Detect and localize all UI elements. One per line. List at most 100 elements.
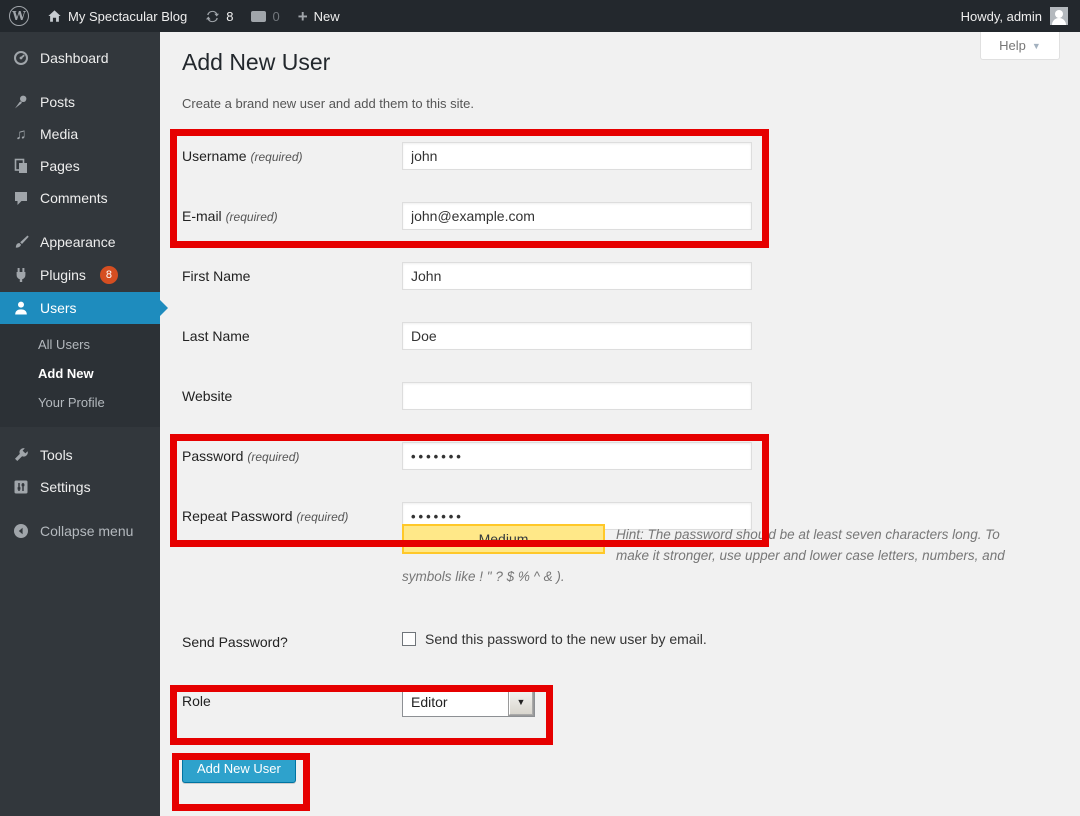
empty-label (182, 524, 402, 587)
website-input[interactable] (402, 382, 752, 410)
current-menu-arrow-icon (160, 300, 168, 316)
send-password-row: Send Password? Send this password to the… (182, 628, 1060, 650)
collapse-menu-button[interactable]: Collapse menu (0, 515, 160, 547)
first-name-label: First Name (182, 262, 402, 290)
page-description: Create a brand new user and add them to … (182, 96, 1060, 111)
help-button[interactable]: Help ▼ (980, 32, 1060, 60)
new-content-menu[interactable]: + New (289, 0, 349, 32)
update-count: 8 (226, 9, 233, 24)
password-row: Password (required) (182, 442, 1060, 470)
username-row: Username (required) (182, 142, 1060, 170)
chevron-down-icon: ▼ (517, 697, 526, 707)
role-select[interactable]: Editor ▼ (402, 687, 535, 717)
sidebar-item-appearance[interactable]: Appearance (0, 226, 160, 258)
sidebar-item-label: Pages (40, 158, 80, 174)
username-input[interactable] (402, 142, 752, 170)
add-user-form: Username (required) E-mail (required) Fi… (182, 142, 1060, 783)
updates-icon (205, 9, 220, 24)
last-name-label: Last Name (182, 322, 402, 350)
help-label: Help (999, 38, 1026, 53)
email-row: E-mail (required) (182, 202, 1060, 230)
email-label: E-mail (required) (182, 202, 402, 230)
select-dropdown-button[interactable]: ▼ (509, 689, 533, 715)
menu-separator (0, 503, 160, 515)
username-label: Username (required) (182, 142, 402, 170)
my-account-menu[interactable]: Howdy, admin (949, 7, 1080, 25)
menu-separator (0, 427, 160, 439)
password-strength-row: Medium Hint: The password should be at l… (182, 524, 1060, 587)
plugins-update-badge: 8 (100, 266, 118, 284)
sidebar-item-posts[interactable]: Posts (0, 86, 160, 118)
admin-sidebar: Dashboard Posts ♫ Media Pages Comments A… (0, 32, 160, 816)
sidebar-item-settings[interactable]: Settings (0, 471, 160, 503)
users-submenu: All Users Add New Your Profile (0, 324, 160, 427)
chevron-down-icon: ▼ (1032, 41, 1041, 51)
submenu-item-all-users[interactable]: All Users (0, 330, 160, 359)
sidebar-item-comments[interactable]: Comments (0, 182, 160, 214)
menu-separator (0, 74, 160, 86)
last-name-row: Last Name (182, 322, 1060, 350)
collapse-arrow-icon (12, 523, 30, 539)
send-password-option: Send this password to the new user by em… (402, 628, 707, 647)
submit-row: Add New User (182, 753, 1060, 783)
site-name-link[interactable]: My Spectacular Blog (38, 0, 196, 32)
wrench-icon (12, 447, 30, 463)
password-input[interactable] (402, 442, 752, 470)
first-name-input[interactable] (402, 262, 752, 290)
media-icon: ♫ (12, 127, 30, 142)
required-hint: (required) (296, 510, 348, 524)
required-hint: (required) (250, 150, 302, 164)
comments-menu[interactable]: 0 (242, 0, 288, 32)
send-password-checkbox[interactable] (402, 632, 416, 646)
comments-bubble-icon (251, 11, 266, 22)
send-password-label: Send Password? (182, 628, 402, 650)
role-selected-value: Editor (403, 694, 509, 710)
sidebar-item-tools[interactable]: Tools (0, 439, 160, 471)
sidebar-item-users[interactable]: Users (0, 292, 160, 324)
sidebar-item-label: Dashboard (40, 50, 109, 66)
home-icon (47, 9, 62, 23)
comment-bubble-icon (12, 190, 30, 206)
site-name-label: My Spectacular Blog (68, 9, 187, 24)
sidebar-item-dashboard[interactable]: Dashboard (0, 42, 160, 74)
new-label: New (314, 9, 340, 24)
sidebar-item-label: Comments (40, 190, 108, 206)
send-password-checkbox-label: Send this password to the new user by em… (425, 631, 707, 647)
sidebar-item-label: Settings (40, 479, 91, 495)
submenu-item-your-profile[interactable]: Your Profile (0, 388, 160, 417)
first-name-row: First Name (182, 262, 1060, 290)
sidebar-item-label: Posts (40, 94, 75, 110)
sidebar-item-pages[interactable]: Pages (0, 150, 160, 182)
plug-icon (12, 267, 30, 283)
sidebar-item-label: Plugins (40, 267, 86, 283)
sidebar-item-label: Tools (40, 447, 73, 463)
website-label: Website (182, 382, 402, 410)
pages-icon (12, 158, 30, 174)
submenu-item-add-new[interactable]: Add New (0, 359, 160, 388)
main-content: Help ▼ Add New User Create a brand new u… (160, 32, 1080, 816)
avatar (1050, 7, 1068, 25)
sidebar-item-plugins[interactable]: Plugins 8 (0, 258, 160, 292)
collapse-menu-label: Collapse menu (40, 523, 133, 539)
dashboard-gauge-icon (12, 50, 30, 66)
sidebar-item-label: Appearance (40, 234, 116, 250)
email-input[interactable] (402, 202, 752, 230)
menu-separator (0, 214, 160, 226)
sliders-icon (12, 479, 30, 495)
role-row: Role Editor ▼ (182, 687, 1060, 717)
sidebar-item-label: Media (40, 126, 78, 142)
user-icon (12, 300, 30, 316)
pushpin-icon (12, 94, 30, 110)
website-row: Website (182, 382, 1060, 410)
last-name-input[interactable] (402, 322, 752, 350)
password-label: Password (required) (182, 442, 402, 470)
page-title: Add New User (182, 48, 1060, 77)
add-new-user-button[interactable]: Add New User (182, 753, 296, 783)
howdy-label: Howdy, admin (961, 9, 1042, 24)
plus-icon: + (298, 8, 308, 25)
paintbrush-icon (12, 234, 30, 250)
role-label: Role (182, 687, 402, 717)
wp-logo-menu[interactable]: W (0, 0, 38, 32)
sidebar-item-media[interactable]: ♫ Media (0, 118, 160, 150)
updates-menu[interactable]: 8 (196, 0, 242, 32)
